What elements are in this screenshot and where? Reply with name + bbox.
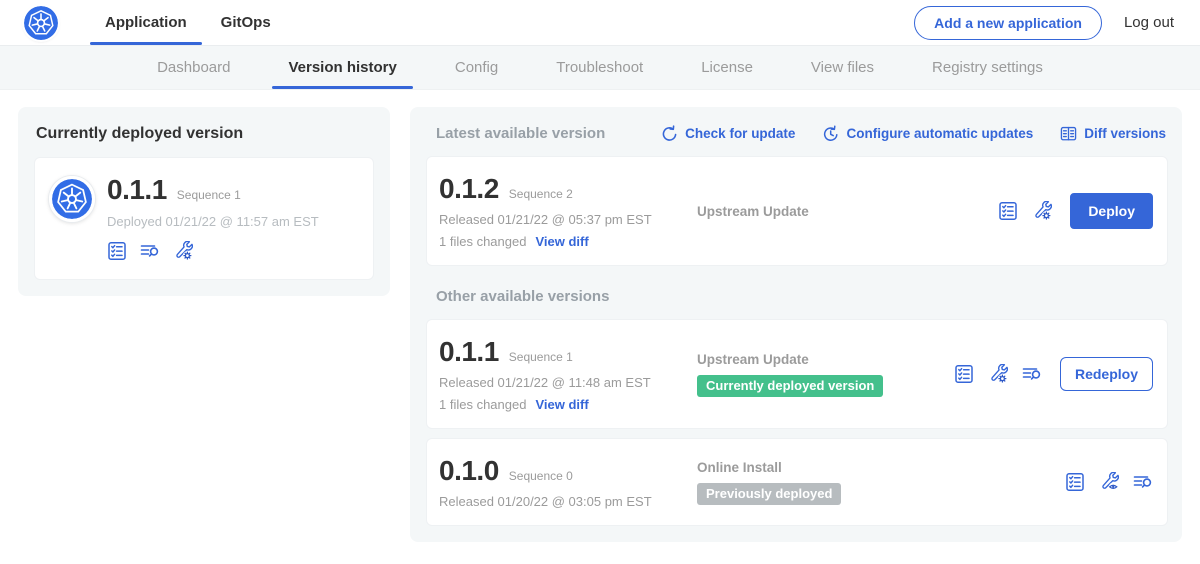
redeploy-button[interactable]: Redeploy	[1060, 357, 1153, 391]
currently-deployed-panel: Currently deployed version 0.1.1 Sequenc…	[18, 107, 390, 296]
subnav-tab-version-history[interactable]: Version history	[272, 46, 412, 89]
subnav-tab-dashboard[interactable]: Dashboard	[141, 46, 246, 89]
currently-deployed-badge: Currently deployed version	[697, 375, 883, 397]
tab-gitops[interactable]: GitOps	[204, 0, 288, 45]
edit-config-wrench-gear-icon[interactable]	[988, 364, 1008, 384]
released-timestamp: Released 01/20/22 @ 03:05 pm EST	[439, 494, 697, 509]
main-content: Currently deployed version 0.1.1 Sequenc…	[0, 90, 1200, 542]
deploy-logs-icon[interactable]	[140, 241, 160, 261]
subnav-tab-registry-settings[interactable]: Registry settings	[916, 46, 1059, 89]
check-for-update-label: Check for update	[685, 126, 795, 141]
app-logo-icon	[49, 176, 95, 222]
released-timestamp: Released 01/21/22 @ 11:48 am EST	[439, 375, 697, 390]
sequence-label: Sequence 0	[509, 469, 573, 483]
previously-deployed-badge: Previously deployed	[697, 483, 841, 505]
version-source-label: Online Install	[697, 460, 1065, 475]
sequence-label: Sequence 1	[509, 350, 573, 364]
diff-versions-label: Diff versions	[1084, 126, 1166, 141]
subnav-tab-config[interactable]: Config	[439, 46, 514, 89]
preflight-checklist-icon[interactable]	[107, 241, 127, 261]
deployed-sequence-label: Sequence 1	[177, 188, 241, 202]
preflight-checklist-icon[interactable]	[998, 201, 1018, 221]
version-card-0-1-2: 0.1.2 Sequence 2 Released 01/21/22 @ 05:…	[426, 156, 1168, 266]
version-number: 0.1.1	[439, 336, 499, 368]
preflight-checklist-icon[interactable]	[954, 364, 974, 384]
deploy-logs-icon[interactable]	[1022, 364, 1042, 384]
released-timestamp: Released 01/21/22 @ 05:37 pm EST	[439, 212, 697, 227]
version-number: 0.1.0	[439, 455, 499, 487]
app-tabs: Application GitOps	[88, 0, 288, 45]
latest-available-title: Latest available version	[436, 125, 605, 142]
version-card-0-1-0: 0.1.0 Sequence 0 Released 01/20/22 @ 03:…	[426, 438, 1168, 526]
diff-versions-link[interactable]: Diff versions	[1060, 125, 1166, 142]
currently-deployed-card: 0.1.1 Sequence 1 Deployed 01/21/22 @ 11:…	[34, 157, 374, 280]
view-config-wrench-eye-icon[interactable]	[1099, 472, 1119, 492]
files-changed-label: 1 files changed	[439, 397, 526, 412]
subnav-tab-view-files[interactable]: View files	[795, 46, 890, 89]
top-header: Application GitOps Add a new application…	[0, 0, 1200, 46]
version-source-label: Upstream Update	[697, 204, 998, 219]
currently-deployed-title: Currently deployed version	[36, 125, 374, 143]
deployed-timestamp: Deployed 01/21/22 @ 11:57 am EST	[107, 214, 319, 229]
view-diff-link[interactable]: View diff	[535, 234, 588, 249]
files-changed-label: 1 files changed	[439, 234, 526, 249]
app-subnav: Dashboard Version history Config Trouble…	[0, 46, 1200, 90]
check-for-update-link[interactable]: Check for update	[661, 125, 795, 142]
deployed-version-number: 0.1.1	[107, 174, 167, 206]
subnav-tab-troubleshoot[interactable]: Troubleshoot	[540, 46, 659, 89]
refresh-icon	[661, 125, 678, 142]
deploy-button[interactable]: Deploy	[1070, 193, 1153, 229]
version-card-0-1-1: 0.1.1 Sequence 1 Released 01/21/22 @ 11:…	[426, 319, 1168, 429]
version-source-label: Upstream Update	[697, 352, 954, 367]
edit-config-wrench-gear-icon[interactable]	[1032, 201, 1052, 221]
clock-refresh-icon	[822, 125, 839, 142]
preflight-checklist-icon[interactable]	[1065, 472, 1085, 492]
edit-config-wrench-gear-icon[interactable]	[173, 241, 193, 261]
available-versions-panel: Latest available version Check for updat…	[410, 107, 1182, 542]
sequence-label: Sequence 2	[509, 187, 573, 201]
other-available-versions-title: Other available versions	[436, 288, 1166, 305]
logout-button[interactable]: Log out	[1124, 14, 1174, 31]
diff-icon	[1060, 125, 1077, 142]
deploy-logs-icon[interactable]	[1133, 472, 1153, 492]
configure-automatic-updates-link[interactable]: Configure automatic updates	[822, 125, 1033, 142]
kubernetes-logo-icon	[24, 6, 58, 40]
add-new-application-button[interactable]: Add a new application	[914, 6, 1102, 40]
view-diff-link[interactable]: View diff	[535, 397, 588, 412]
subnav-tab-license[interactable]: License	[685, 46, 769, 89]
configure-updates-label: Configure automatic updates	[846, 126, 1033, 141]
tab-application[interactable]: Application	[88, 0, 204, 45]
version-number: 0.1.2	[439, 173, 499, 205]
